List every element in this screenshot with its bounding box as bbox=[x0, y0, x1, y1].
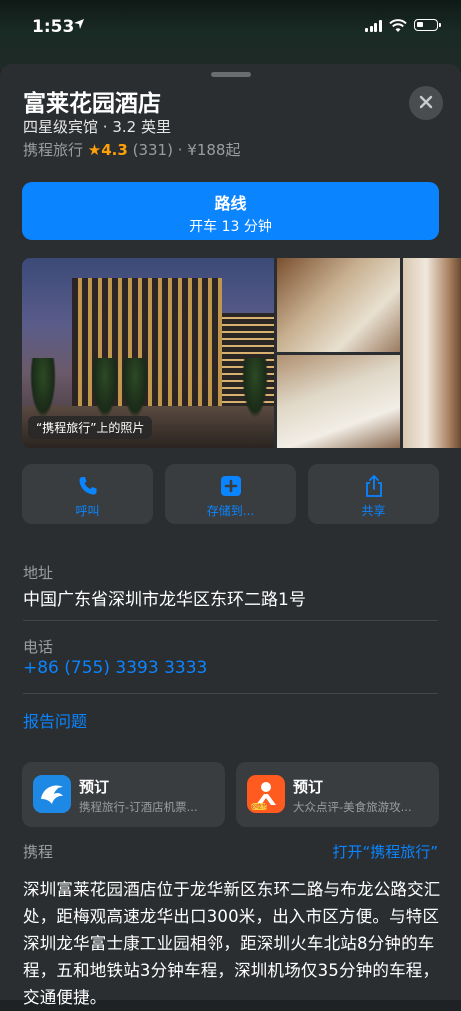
save-to-button[interactable]: 存储到... bbox=[165, 464, 296, 524]
place-distance: 3.2 英里 bbox=[112, 118, 171, 136]
status-bar: 1:53 bbox=[0, 0, 461, 54]
call-button[interactable]: 呼叫 bbox=[22, 464, 153, 524]
phone-icon bbox=[76, 474, 100, 498]
separator-dot: · bbox=[177, 141, 188, 159]
hotel-description: 深圳富莱花园酒店位于龙华新区东环二路与布龙公路交汇处，距梅观高速龙华出口300米… bbox=[23, 880, 441, 1007]
svg-text:必吃节: 必吃节 bbox=[251, 803, 268, 811]
photo-tree bbox=[122, 358, 148, 418]
share-button[interactable]: 共享 bbox=[308, 464, 439, 524]
rating-line: 携程旅行 ★4.3 (331) · ¥188起 bbox=[23, 139, 240, 160]
save-to-label: 存储到... bbox=[206, 504, 255, 518]
close-icon bbox=[419, 94, 433, 113]
booking-title: 预订 bbox=[79, 778, 110, 796]
sheet-grabber[interactable] bbox=[211, 72, 251, 77]
open-ctrip-link[interactable]: 打开“携程旅行” bbox=[332, 841, 438, 862]
signal-icon bbox=[365, 20, 382, 32]
booking-subtitle: 大众点评-美食旅游攻... bbox=[293, 800, 412, 814]
place-subtitle: 四星级宾馆 · 3.2 英里 bbox=[23, 116, 171, 137]
address-value[interactable]: 中国广东省深圳市龙华区东环二路1号 bbox=[23, 585, 306, 610]
photo-caption: “携程旅行”上的照片 bbox=[28, 416, 153, 439]
booking-card-ctrip[interactable]: 预订 携程旅行-订酒店机票... bbox=[22, 762, 225, 827]
room-photo[interactable] bbox=[277, 258, 400, 352]
rating-score: 4.3 bbox=[101, 141, 128, 159]
add-icon bbox=[219, 474, 243, 498]
share-label: 共享 bbox=[361, 504, 386, 518]
close-button[interactable] bbox=[409, 86, 443, 120]
wifi-icon bbox=[389, 18, 407, 32]
review-count: (331) bbox=[132, 141, 173, 159]
star-icon: ★ bbox=[87, 141, 102, 159]
directions-title: 路线 bbox=[214, 194, 247, 213]
bathroom-photo[interactable] bbox=[277, 355, 400, 448]
location-arrow-icon bbox=[73, 18, 85, 34]
place-category: 四星级宾馆 bbox=[23, 118, 99, 136]
photo-tree bbox=[92, 358, 118, 418]
booking-card-dianping[interactable]: 必吃节 预订 大众点评-美食旅游攻... bbox=[236, 762, 439, 827]
action-buttons: 呼叫 存储到... 共享 bbox=[22, 464, 439, 524]
divider bbox=[23, 620, 438, 621]
address-label: 地址 bbox=[23, 564, 54, 582]
booking-title: 预订 bbox=[293, 778, 324, 796]
hotel-exterior-photo[interactable]: “携程旅行”上的照片 bbox=[22, 258, 274, 448]
status-time: 1:53 bbox=[32, 17, 75, 37]
rating-source: 携程旅行 bbox=[23, 141, 84, 159]
phone-number-link[interactable]: +86 (755) 3393 3333 bbox=[23, 658, 207, 678]
photo-tree bbox=[30, 358, 56, 418]
ctrip-app-icon bbox=[33, 775, 71, 813]
battery-icon bbox=[414, 19, 441, 31]
share-icon bbox=[362, 474, 386, 498]
source-label: 携程 bbox=[23, 843, 54, 861]
call-label: 呼叫 bbox=[75, 504, 100, 518]
photo-tree bbox=[242, 358, 268, 418]
place-name: 富莱花园酒店 bbox=[23, 91, 161, 117]
divider bbox=[23, 693, 438, 694]
dianping-app-icon: 必吃节 bbox=[247, 775, 285, 813]
separator-dot: · bbox=[102, 118, 113, 136]
directions-eta: 开车 13 分钟 bbox=[189, 219, 272, 235]
phone-label: 电话 bbox=[23, 638, 54, 656]
price: ¥188起 bbox=[187, 141, 241, 159]
booking-subtitle: 携程旅行-订酒店机票... bbox=[79, 800, 198, 814]
report-issue-link[interactable]: 报告问题 bbox=[23, 708, 87, 732]
bedroom-photo[interactable] bbox=[403, 258, 461, 448]
photo-gallery[interactable]: “携程旅行”上的照片 bbox=[22, 258, 461, 448]
place-card: 富莱花园酒店 四星级宾馆 · 3.2 英里 携程旅行 ★4.3 (331) · … bbox=[0, 64, 461, 1007]
directions-button[interactable]: 路线 开车 13 分钟 bbox=[22, 182, 439, 240]
